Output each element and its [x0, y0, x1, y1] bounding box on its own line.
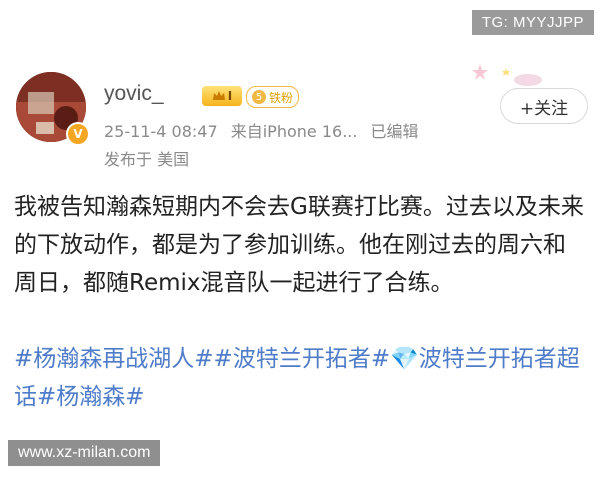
fan-badge-number: 5: [252, 90, 266, 104]
post-source: 来自iPhone 16...: [230, 122, 358, 141]
watermark-bottom: www.xz-milan.com: [8, 440, 161, 466]
post-location: 发布于 美国: [104, 150, 190, 169]
post-text: 我被告知瀚森短期内不会去G联赛打比赛。过去以及未来的下放动作，都是为了参加训练。…: [14, 194, 584, 296]
post-card: TG: MYYJJPP V yovic_ I 5 铁粉 +关注 25-11-4 …: [0, 0, 600, 480]
watermark-top: TG: MYYJJPP: [471, 10, 594, 35]
fan-badge-label: 铁粉: [269, 90, 294, 105]
stars-decoration-icon: [472, 64, 542, 86]
crown-icon: [212, 91, 225, 100]
post-edited[interactable]: 已编辑: [371, 122, 419, 141]
post-hashtags[interactable]: #杨瀚森再战湖人##波特兰开拓者#💎波特兰开拓者超话#杨瀚森#: [14, 340, 594, 416]
level-badge-text: I: [227, 89, 233, 103]
follow-button[interactable]: +关注: [500, 88, 588, 124]
post-date: 25-11-4 08:47: [104, 122, 218, 141]
level-badge: I: [202, 86, 242, 106]
username[interactable]: yovic_: [104, 82, 164, 106]
verified-badge-icon: V: [66, 122, 90, 146]
post-meta: 25-11-4 08:47 来自iPhone 16... 已编辑: [104, 118, 427, 142]
fan-badge: 5 铁粉: [246, 86, 300, 108]
